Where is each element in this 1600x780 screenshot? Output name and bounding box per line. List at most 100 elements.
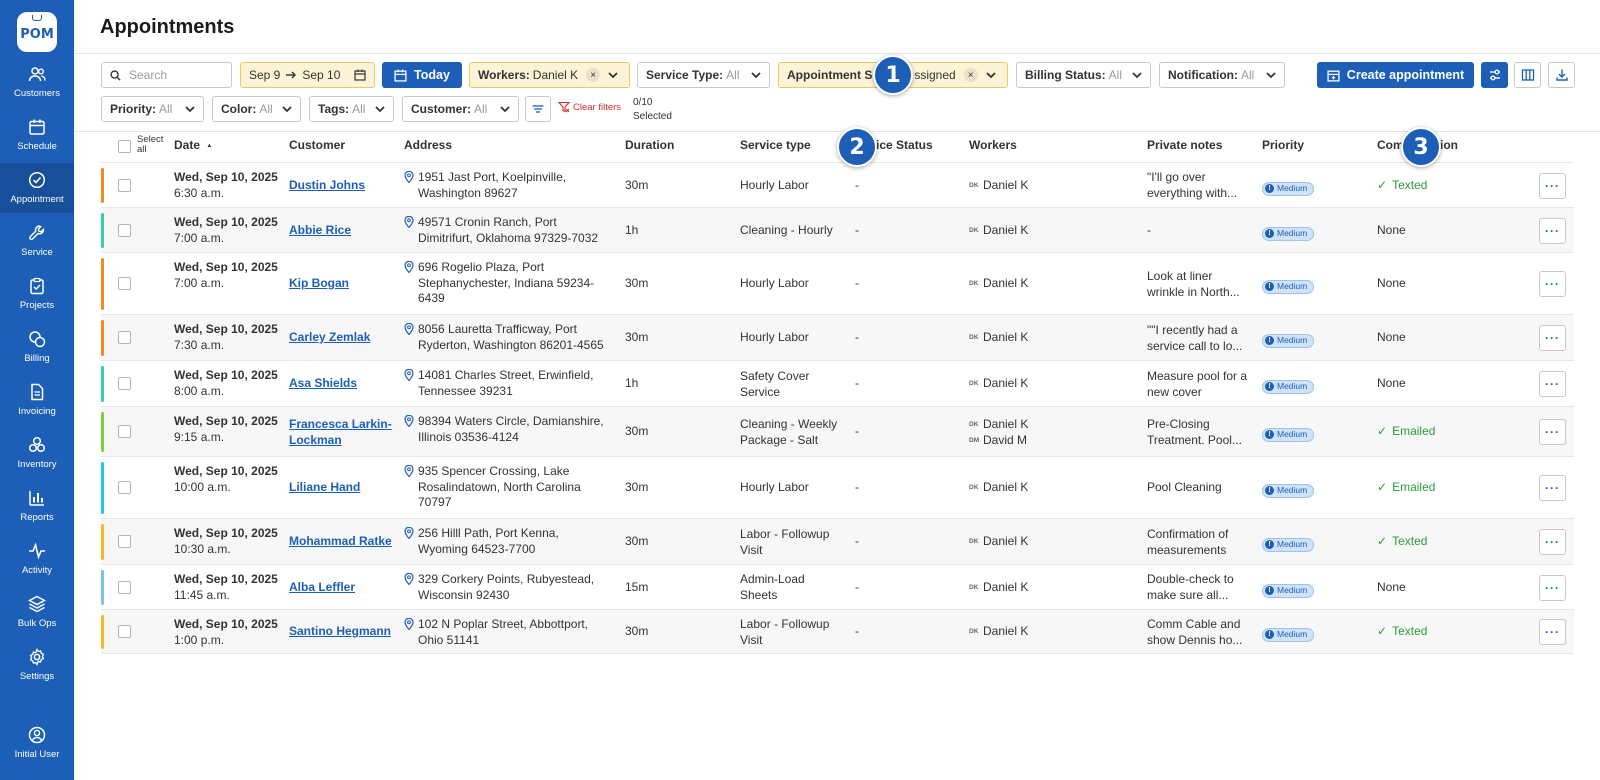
customer-link[interactable]: Abbie Rice [289, 223, 351, 239]
column-header-service-status[interactable]: ice Status [876, 138, 933, 152]
column-header-date[interactable]: Date ▲ [174, 138, 212, 152]
column-header-service-type[interactable]: Service type [740, 138, 811, 152]
sidebar-item-projects[interactable]: Projects [0, 269, 74, 319]
sidebar-item-settings[interactable]: Settings [0, 640, 74, 690]
columns-button[interactable] [1514, 62, 1541, 88]
more-filters-button[interactable] [525, 96, 551, 122]
customer-link[interactable]: Carley Zemlak [289, 330, 370, 346]
row-checkbox[interactable] [118, 581, 131, 594]
filter-settings-button[interactable] [1481, 62, 1508, 88]
row-checkbox[interactable] [118, 224, 131, 237]
sidebar-item-billing[interactable]: Billing [0, 322, 74, 372]
table-row[interactable]: Wed, Sep 10, 2025 9:15 a.m. Francesca Lark… [101, 406, 1574, 456]
column-header-workers[interactable]: Workers [969, 138, 1017, 152]
row-actions-button[interactable]: ··· [1539, 218, 1566, 244]
priority-badge: ! Medium [1262, 483, 1315, 498]
workers-filter[interactable]: Workers: Daniel K × [469, 62, 630, 88]
sidebar-item-schedule[interactable]: Schedule [0, 110, 74, 160]
row-actions-button[interactable]: ··· [1539, 371, 1566, 397]
customer-link[interactable]: Francesca Larkin- Lockman [289, 417, 392, 448]
row-checkbox[interactable] [118, 377, 131, 390]
duration: 30m [625, 178, 649, 192]
row-checkbox[interactable] [118, 425, 131, 438]
table-row[interactable]: Wed, Sep 10, 2025 7:00 a.m. Abbie Rice 4957… [101, 207, 1574, 252]
row-checkbox[interactable] [118, 481, 131, 494]
cart-icon [32, 15, 42, 21]
column-header-priority[interactable]: Priority [1262, 138, 1304, 152]
search-box[interactable]: Search [101, 62, 232, 88]
notification-filter[interactable]: Notification: All [1159, 62, 1285, 88]
app-window: POM Customers Schedule Appointment Service P… [0, 0, 1600, 780]
appointment-date: Wed, Sep 10, 2025 6:30 a.m. [174, 170, 278, 201]
column-header-customer[interactable]: Customer [289, 138, 345, 152]
date-range-picker[interactable]: Sep 9 Sep 10 [240, 62, 375, 88]
table-row[interactable]: Wed, Sep 10, 2025 11:45 a.m. Alba Leffler 3… [101, 564, 1574, 609]
priority-cell: ! Medium [1262, 277, 1315, 294]
clear-filters-label: Clear filters [573, 101, 622, 113]
customer-filter[interactable]: Customer: All [402, 96, 519, 122]
address-line: 14081 Charles Street, Erwinfield, [418, 368, 594, 382]
remove-appointment-status-filter-icon[interactable]: × [963, 68, 978, 82]
service-type-filter[interactable]: Service Type: All [637, 62, 770, 88]
tags-filter-key: Tags: [318, 102, 350, 116]
row-checkbox[interactable] [118, 179, 131, 192]
today-button[interactable]: Today [382, 62, 462, 88]
row-actions-button[interactable]: ··· [1539, 529, 1566, 555]
sidebar-item-service[interactable]: Service [0, 216, 74, 266]
customer-link[interactable]: Alba Leffler [289, 580, 355, 596]
column-header-private-notes[interactable]: Private notes [1147, 138, 1222, 152]
duration: 30m [625, 424, 649, 438]
row-actions-button[interactable]: ··· [1539, 173, 1566, 199]
table-row[interactable]: Wed, Sep 10, 2025 7:00 a.m. Kip Bogan 696 R… [101, 252, 1574, 314]
column-header-communication-start[interactable]: Com [1377, 138, 1404, 152]
priority-filter[interactable]: Priority: All [101, 96, 204, 122]
table-row[interactable]: Wed, Sep 10, 2025 10:00 a.m. Liliane Hand 9… [101, 456, 1574, 518]
sidebar-item-appointment[interactable]: Appointment [0, 163, 74, 213]
sidebar-item-reports[interactable]: Reports [0, 481, 74, 531]
select-all-checkbox[interactable] [118, 140, 131, 153]
billing-status-filter-key: Billing Status: [1025, 68, 1106, 82]
row-actions-button[interactable]: ··· [1539, 325, 1566, 351]
table-row[interactable]: Wed, Sep 10, 2025 7:30 a.m. Carley Zemlak 8… [101, 314, 1574, 360]
customer-link[interactable]: Asa Shields [289, 376, 357, 392]
column-header-duration[interactable]: Duration [625, 138, 674, 152]
ellipsis-icon: ··· [1545, 277, 1560, 291]
sidebar-item-activity[interactable]: Activity [0, 534, 74, 584]
download-button[interactable] [1548, 62, 1575, 88]
create-appointment-button[interactable]: Create appointment [1317, 62, 1474, 88]
table-row[interactable]: Wed, Sep 10, 2025 1:00 p.m. Santino Hegman… [101, 609, 1574, 653]
row-actions-button[interactable]: ··· [1539, 419, 1566, 445]
row-actions-button[interactable]: ··· [1539, 271, 1566, 297]
row-actions-button[interactable]: ··· [1539, 575, 1566, 601]
customer-link[interactable]: Mohammad Ratke [289, 534, 392, 550]
sidebar-item-bulk-ops[interactable]: Bulk Ops [0, 587, 74, 637]
customer-name-line: Kip Bogan [289, 276, 349, 290]
row-checkbox[interactable] [118, 331, 131, 344]
row-actions-button[interactable]: ··· [1539, 619, 1566, 645]
table-row[interactable]: Wed, Sep 10, 2025 6:30 a.m. Dustin Johns 19… [101, 162, 1574, 207]
tags-filter[interactable]: Tags: All [309, 96, 394, 122]
row-checkbox[interactable] [118, 625, 131, 638]
table-row[interactable]: Wed, Sep 10, 2025 8:00 a.m. Asa Shields 140… [101, 360, 1574, 406]
row-checkbox[interactable] [118, 535, 131, 548]
row-checkbox[interactable] [118, 277, 131, 290]
table-row[interactable]: Wed, Sep 10, 2025 10:30 a.m. Mohammad Ratk… [101, 518, 1574, 564]
billing-status-filter[interactable]: Billing Status: All [1016, 62, 1151, 88]
sidebar-item-initial-user[interactable]: Initial User [0, 718, 74, 768]
sidebar-item-invoicing[interactable]: Invoicing [0, 375, 74, 425]
remove-workers-filter-icon[interactable]: × [586, 68, 601, 82]
clear-filters-link[interactable]: Clear filters [558, 101, 621, 113]
customer-link[interactable]: Santino Hegmann [289, 624, 391, 640]
sidebar-item-customers[interactable]: Customers [0, 57, 74, 107]
color-filter[interactable]: Color: All [212, 96, 301, 122]
column-header-address[interactable]: Address [404, 138, 452, 152]
app-logo[interactable]: POM [17, 12, 57, 52]
address-line: Wyoming 64523-7700 [418, 541, 536, 556]
sidebar-item-label: Appointment [10, 194, 64, 205]
sidebar-item-inventory[interactable]: Inventory [0, 428, 74, 478]
row-actions-button[interactable]: ··· [1539, 475, 1566, 501]
customer-link[interactable]: Kip Bogan [289, 276, 349, 292]
search-input[interactable]: Search [129, 68, 167, 82]
customer-link[interactable]: Liliane Hand [289, 480, 360, 496]
customer-link[interactable]: Dustin Johns [289, 178, 365, 194]
